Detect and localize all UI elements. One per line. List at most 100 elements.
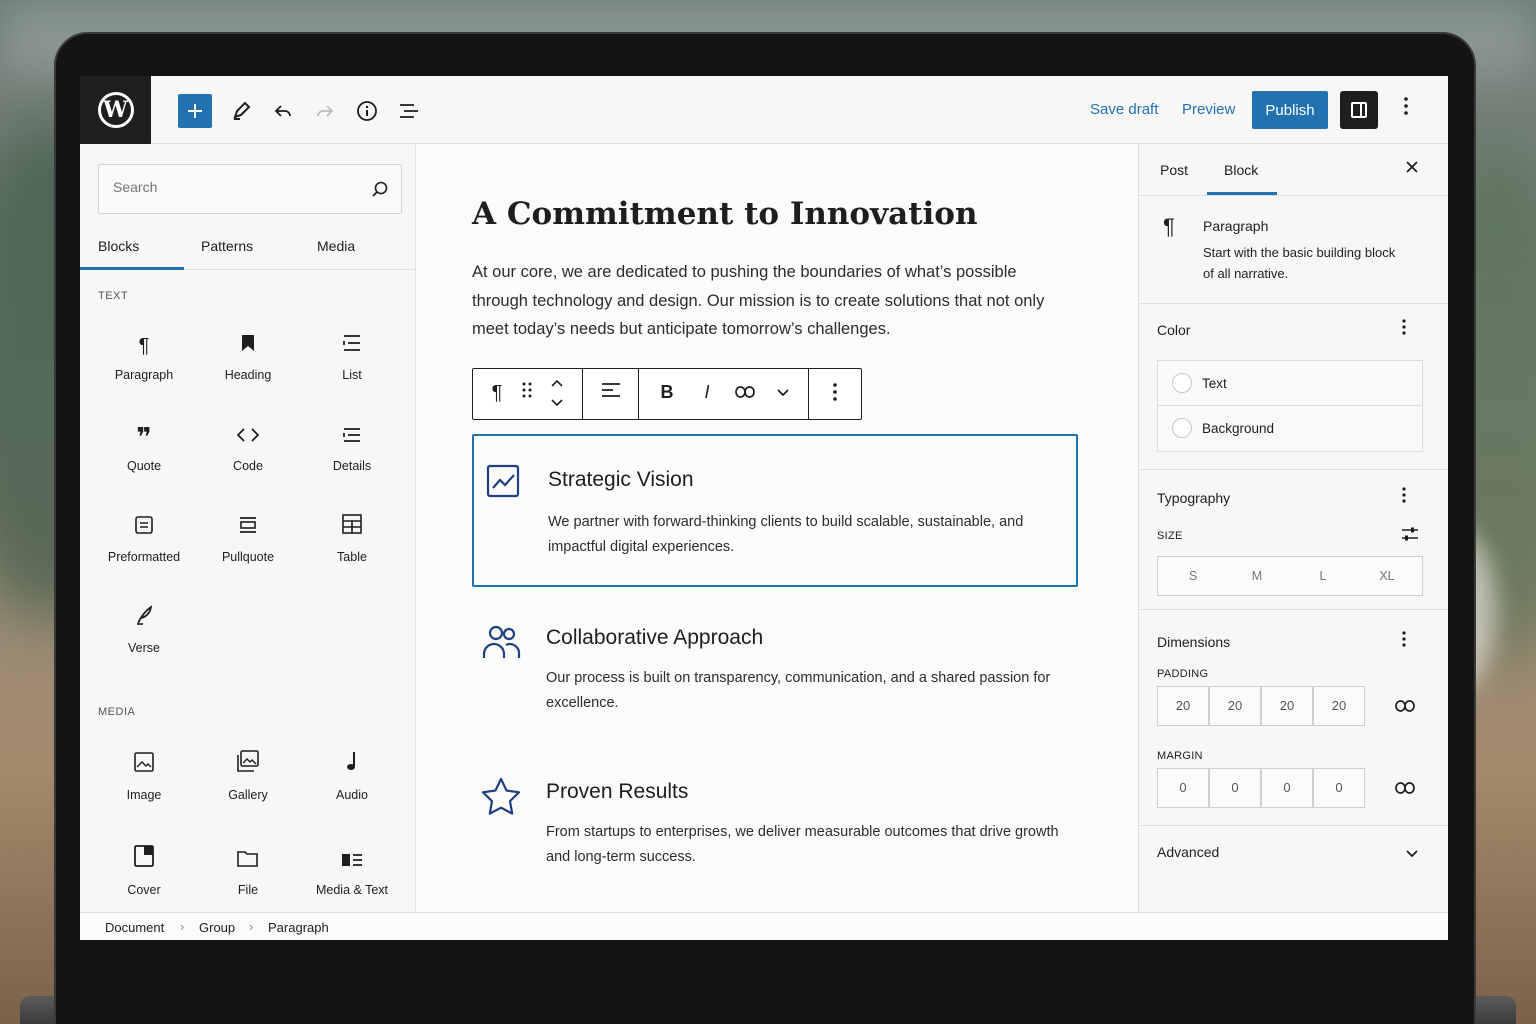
typography-panel-title[interactable]: Typography [1157, 490, 1230, 506]
feature-description: Our process is built on transparency, co… [546, 670, 1051, 711]
block-label: Details [332, 459, 372, 473]
block-quote[interactable]: ❞ Quote [92, 419, 196, 499]
breadcrumb-paragraph[interactable]: Paragraph [268, 920, 329, 935]
padding-link-button[interactable] [1395, 696, 1415, 717]
margin-bottom-input[interactable]: 0 [1261, 768, 1313, 808]
undo-button[interactable] [266, 94, 300, 128]
tab-blocks[interactable]: Blocks [98, 238, 139, 254]
size-option-s[interactable]: S [1178, 569, 1208, 583]
background-color-option[interactable]: Background [1158, 406, 1422, 451]
block-label: Gallery [228, 788, 268, 802]
padding-left-input[interactable]: 20 [1313, 686, 1365, 726]
block-list[interactable]: List [300, 328, 404, 408]
size-option-xl[interactable]: XL [1372, 569, 1402, 583]
block-pullquote[interactable]: Pullquote [196, 510, 300, 590]
font-size-picker: S M L XL [1157, 556, 1423, 596]
color-option-label: Text [1202, 376, 1227, 391]
size-settings-button[interactable] [1401, 526, 1419, 547]
tab-post[interactable]: Post [1160, 162, 1188, 178]
block-table[interactable]: Table [300, 510, 404, 590]
block-preformatted[interactable]: Preformatted [92, 510, 196, 590]
block-gallery[interactable]: Gallery [196, 748, 300, 828]
more-vertical-icon [1404, 97, 1408, 115]
link-icon[interactable] [733, 382, 757, 403]
margin-top-input[interactable]: 0 [1157, 768, 1209, 808]
search-input[interactable] [113, 179, 353, 195]
people-icon [482, 625, 521, 658]
block-image[interactable]: Image [92, 748, 196, 828]
typography-options-button[interactable] [1401, 486, 1407, 509]
size-option-l[interactable]: L [1308, 569, 1338, 583]
block-verse[interactable]: Verse [92, 601, 196, 681]
text-color-option[interactable]: Text [1158, 361, 1422, 406]
bold-icon[interactable]: B [655, 382, 679, 403]
feature-block[interactable]: Collaborative Approach Our process is bu… [472, 594, 1078, 734]
block-media-text[interactable]: Media & Text [300, 843, 404, 923]
block-details[interactable]: Details [300, 419, 404, 499]
block-audio[interactable]: Audio [300, 748, 404, 828]
feature-block[interactable]: Proven Results From startups to enterpri… [472, 748, 1078, 888]
post-title[interactable]: A Commitment to Innovation [472, 196, 978, 232]
drag-handle-icon[interactable] [515, 382, 539, 403]
feature-block-selected[interactable]: Strategic Vision We partner with forward… [472, 434, 1078, 587]
chevron-down-icon[interactable] [771, 382, 795, 403]
color-option-label: Background [1202, 421, 1275, 436]
block-code[interactable]: Code [196, 419, 300, 499]
padding-right-input[interactable]: 20 [1209, 686, 1261, 726]
toolbar-group-block: ¶ [473, 369, 583, 419]
block-label: Pullquote [221, 550, 275, 564]
publish-button[interactable]: Publish [1252, 91, 1328, 129]
block-label: Quote [126, 459, 162, 473]
block-file[interactable]: File [196, 843, 300, 923]
advanced-panel[interactable]: Advanced [1139, 826, 1448, 878]
inserter-tabs: Blocks Patterns Media [80, 224, 416, 270]
dimensions-panel-title[interactable]: Dimensions [1157, 634, 1230, 650]
block-cover[interactable]: Cover [92, 843, 196, 923]
dimensions-options-button[interactable] [1401, 630, 1407, 653]
save-draft-button[interactable]: Save draft [1090, 101, 1158, 118]
add-block-button[interactable] [178, 94, 212, 128]
size-option-m[interactable]: M [1242, 569, 1272, 583]
star-icon [481, 777, 521, 815]
advanced-panel-title[interactable]: Advanced [1157, 844, 1219, 860]
color-panel-title[interactable]: Color [1157, 322, 1190, 338]
tools-button[interactable] [224, 94, 258, 128]
block-paragraph[interactable]: ¶ Paragraph [92, 328, 196, 408]
intro-paragraph[interactable]: At our core, we are dedicated to pushing… [472, 258, 1072, 344]
size-label: SIZE [1157, 530, 1183, 542]
padding-bottom-input[interactable]: 20 [1261, 686, 1313, 726]
options-menu-button[interactable] [1394, 96, 1418, 122]
tab-patterns[interactable]: Patterns [201, 238, 253, 254]
breadcrumb-document[interactable]: Document [105, 920, 164, 935]
color-options-button[interactable] [1401, 318, 1407, 341]
margin-left-input[interactable]: 0 [1313, 768, 1365, 808]
paragraph-icon: ¶ [138, 335, 150, 357]
margin-link-button[interactable] [1395, 778, 1415, 799]
details-button[interactable] [350, 94, 384, 128]
move-up-down-icon[interactable] [545, 378, 569, 413]
preview-button[interactable]: Preview [1182, 101, 1235, 118]
tab-media[interactable]: Media [317, 238, 355, 254]
close-sidebar-button[interactable] [1405, 158, 1419, 179]
list-view-button[interactable] [392, 94, 426, 128]
more-options-icon[interactable] [823, 382, 847, 407]
tab-block[interactable]: Block [1224, 162, 1258, 178]
margin-right-input[interactable]: 0 [1209, 768, 1261, 808]
cover-icon [92, 845, 196, 877]
breadcrumb-group[interactable]: Group [199, 920, 235, 935]
paragraph-icon[interactable]: ¶ [485, 382, 509, 405]
block-breadcrumb: Document › Group › Paragraph [80, 912, 1448, 940]
align-icon[interactable] [599, 382, 623, 403]
wordpress-logo[interactable]: W [80, 76, 151, 144]
block-heading[interactable]: Heading [196, 328, 300, 408]
chevron-down-icon[interactable] [1405, 846, 1419, 864]
search-field[interactable] [98, 164, 402, 214]
feature-title: Strategic Vision [548, 468, 694, 491]
settings-toggle-button[interactable] [1340, 91, 1378, 129]
typography-panel: Typography SIZE S M L XL [1139, 470, 1448, 610]
italic-icon[interactable]: I [695, 382, 719, 403]
redo-button[interactable] [308, 94, 342, 128]
padding-top-input[interactable]: 20 [1157, 686, 1209, 726]
gallery-icon [196, 750, 300, 782]
sidebar-icon [1351, 102, 1367, 118]
